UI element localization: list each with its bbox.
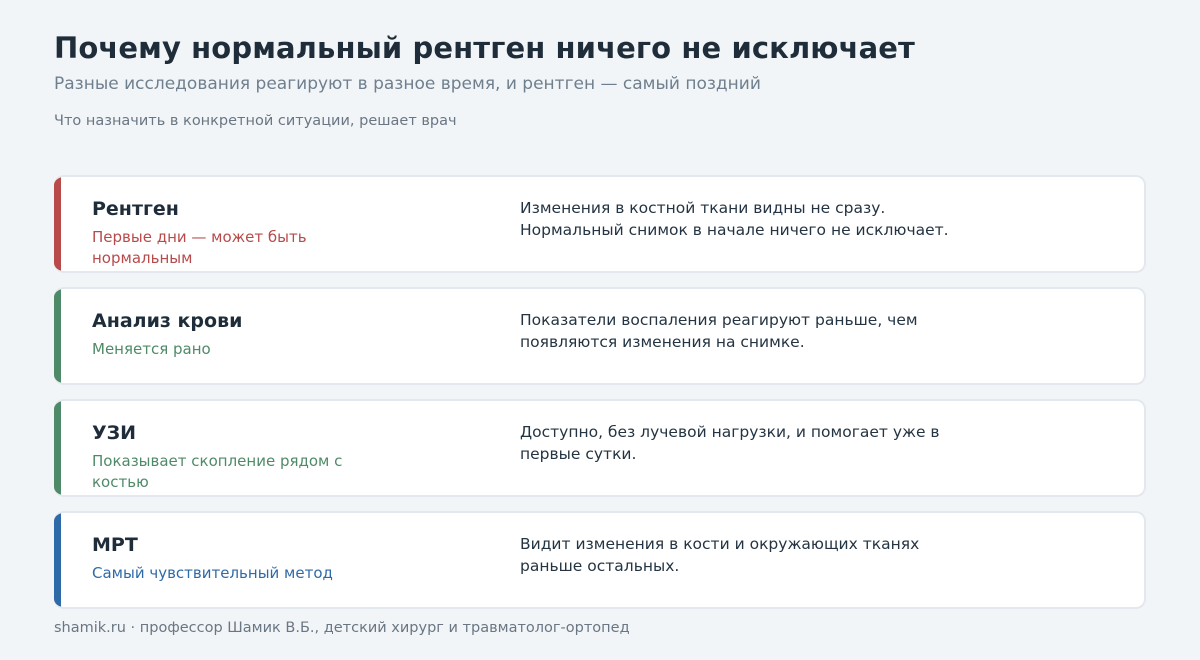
page-note: Что назначить в конкретной ситуации, реш… — [54, 113, 457, 129]
card-status: Показывает скопление рядом с костью — [92, 452, 343, 491]
card-accent-bar — [54, 513, 61, 607]
card-title: Рентген — [92, 198, 179, 220]
card-status: Самый чувствительный метод — [92, 564, 333, 582]
card-status: Первые дни — может быть нормальным — [92, 228, 307, 267]
card-accent-bar — [54, 289, 61, 383]
footer-credit: shamik.ru · профессор Шамик В.Б., детски… — [54, 620, 630, 636]
card-status: Меняется рано — [92, 340, 211, 358]
card-ultrasound: УЗИ Показывает скопление рядом с костью … — [54, 399, 1146, 497]
page-title: Почему нормальный рентген ничего не искл… — [54, 31, 915, 65]
card-description: Доступно, без лучевой нагрузки, и помога… — [520, 423, 940, 463]
card-title: Анализ крови — [92, 310, 243, 332]
card-description: Видит изменения в кости и окружающих тка… — [520, 535, 920, 575]
method-cards: Рентген Первые дни — может быть нормальн… — [54, 175, 1146, 623]
card-description: Изменения в костной ткани видны не сразу… — [520, 199, 949, 239]
card-accent-bar — [54, 177, 61, 271]
page-subtitle: Разные исследования реагируют в разное в… — [54, 74, 761, 94]
card-mri: МРТ Самый чувствительный метод Видит изм… — [54, 511, 1146, 609]
card-xray: Рентген Первые дни — может быть нормальн… — [54, 175, 1146, 273]
card-title: МРТ — [92, 534, 138, 556]
card-blood-test: Анализ крови Меняется рано Показатели во… — [54, 287, 1146, 385]
card-description: Показатели воспаления реагируют раньше, … — [520, 311, 918, 351]
card-title: УЗИ — [92, 422, 137, 444]
card-accent-bar — [54, 401, 61, 495]
